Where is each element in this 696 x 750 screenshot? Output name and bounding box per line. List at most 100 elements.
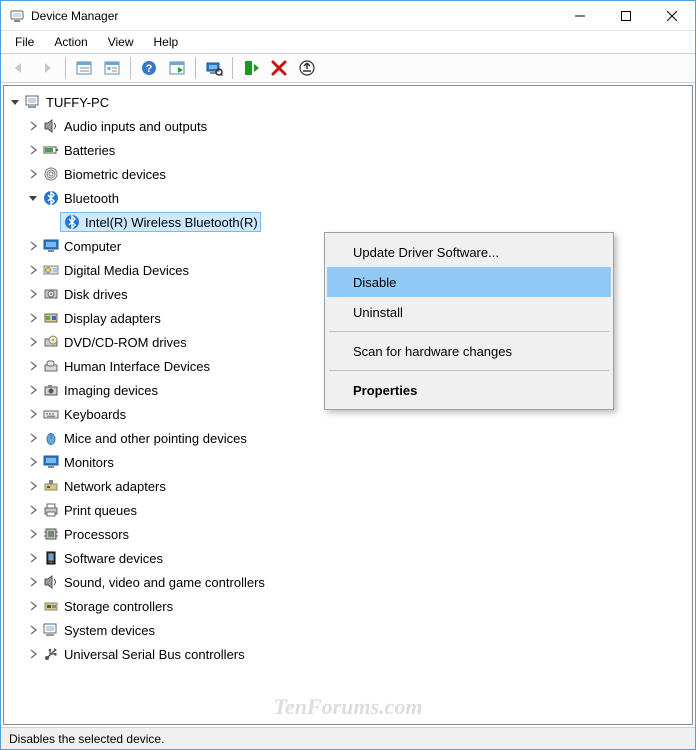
keyboard-icon bbox=[42, 405, 60, 423]
chevron-right-icon[interactable] bbox=[26, 311, 40, 325]
tree-item-mice[interactable]: Mice and other pointing devices bbox=[4, 426, 692, 450]
enable-device-button[interactable] bbox=[239, 56, 263, 80]
printer-icon bbox=[42, 501, 60, 519]
menu-help[interactable]: Help bbox=[146, 33, 187, 51]
battery-icon bbox=[42, 141, 60, 159]
chevron-right-icon[interactable] bbox=[26, 359, 40, 373]
tree-item-bluetooth[interactable]: Bluetooth bbox=[4, 186, 692, 210]
cd-icon bbox=[42, 333, 60, 351]
chevron-right-icon[interactable] bbox=[26, 455, 40, 469]
chevron-down-icon[interactable] bbox=[8, 95, 22, 109]
toolbar-separator bbox=[195, 57, 196, 79]
media-icon bbox=[42, 261, 60, 279]
context-menu: Update Driver Software... Disable Uninst… bbox=[324, 232, 614, 410]
chevron-right-icon[interactable] bbox=[26, 551, 40, 565]
tree-item-storage[interactable]: Storage controllers bbox=[4, 594, 692, 618]
tree-root-label: TUFFY-PC bbox=[46, 95, 109, 110]
tree-item-monitors[interactable]: Monitors bbox=[4, 450, 692, 474]
app-icon bbox=[9, 8, 25, 24]
chevron-right-icon[interactable] bbox=[26, 383, 40, 397]
ctx-separator bbox=[329, 331, 609, 332]
bluetooth-icon bbox=[42, 189, 60, 207]
chevron-right-icon[interactable] bbox=[26, 167, 40, 181]
titlebar: Device Manager bbox=[1, 1, 695, 31]
ctx-disable[interactable]: Disable bbox=[327, 267, 611, 297]
bluetooth-icon bbox=[63, 213, 81, 231]
mouse-icon bbox=[42, 429, 60, 447]
tree-item-usb[interactable]: Universal Serial Bus controllers bbox=[4, 642, 692, 666]
tree-item-sound[interactable]: Sound, video and game controllers bbox=[4, 570, 692, 594]
menu-view[interactable]: View bbox=[100, 33, 142, 51]
software-icon bbox=[42, 549, 60, 567]
speaker-icon bbox=[42, 573, 60, 591]
chevron-down-icon[interactable] bbox=[26, 191, 40, 205]
ctx-properties[interactable]: Properties bbox=[327, 375, 611, 405]
chevron-right-icon[interactable] bbox=[26, 407, 40, 421]
menubar: File Action View Help bbox=[1, 31, 695, 53]
toolbar-separator bbox=[130, 57, 131, 79]
properties-button[interactable] bbox=[100, 56, 124, 80]
chevron-right-icon[interactable] bbox=[26, 503, 40, 517]
tree-item-processors[interactable]: Processors bbox=[4, 522, 692, 546]
toolbar-separator bbox=[232, 57, 233, 79]
chevron-right-icon[interactable] bbox=[26, 623, 40, 637]
ctx-uninstall[interactable]: Uninstall bbox=[327, 297, 611, 327]
minimize-button[interactable] bbox=[557, 1, 603, 30]
toolbar-separator bbox=[65, 57, 66, 79]
show-hidden-button[interactable] bbox=[72, 56, 96, 80]
monitor-icon bbox=[42, 237, 60, 255]
statusbar: Disables the selected device. bbox=[1, 727, 695, 749]
ctx-scan[interactable]: Scan for hardware changes bbox=[327, 336, 611, 366]
chevron-right-icon[interactable] bbox=[26, 479, 40, 493]
chevron-right-icon[interactable] bbox=[26, 287, 40, 301]
menu-file[interactable]: File bbox=[7, 33, 42, 51]
speaker-icon bbox=[42, 117, 60, 135]
chevron-right-icon[interactable] bbox=[26, 143, 40, 157]
chevron-right-icon[interactable] bbox=[26, 575, 40, 589]
tree-item-software[interactable]: Software devices bbox=[4, 546, 692, 570]
toolbar: ? bbox=[1, 53, 695, 83]
tree-item-system[interactable]: System devices bbox=[4, 618, 692, 642]
action-sheet-button[interactable] bbox=[165, 56, 189, 80]
tree-item-network[interactable]: Network adapters bbox=[4, 474, 692, 498]
back-button bbox=[7, 56, 31, 80]
scan-hardware-button[interactable] bbox=[202, 56, 226, 80]
tree-item-print-queues[interactable]: Print queues bbox=[4, 498, 692, 522]
menu-action[interactable]: Action bbox=[46, 33, 95, 51]
hid-icon bbox=[42, 357, 60, 375]
cpu-icon bbox=[42, 525, 60, 543]
chevron-right-icon[interactable] bbox=[26, 239, 40, 253]
window-controls bbox=[557, 1, 695, 30]
tree-item-bt-device[interactable]: Intel(R) Wireless Bluetooth(R) bbox=[4, 210, 692, 234]
computer-icon bbox=[24, 93, 42, 111]
usb-icon bbox=[42, 645, 60, 663]
fingerprint-icon bbox=[42, 165, 60, 183]
chevron-right-icon[interactable] bbox=[26, 599, 40, 613]
tree-item-biometric[interactable]: Biometric devices bbox=[4, 162, 692, 186]
camera-icon bbox=[42, 381, 60, 399]
tree-item-batteries[interactable]: Batteries bbox=[4, 138, 692, 162]
ctx-update-driver[interactable]: Update Driver Software... bbox=[327, 237, 611, 267]
chevron-right-icon[interactable] bbox=[26, 431, 40, 445]
chevron-right-icon[interactable] bbox=[26, 119, 40, 133]
chevron-right-icon[interactable] bbox=[26, 263, 40, 277]
ctx-separator bbox=[329, 370, 609, 371]
tree-item-audio[interactable]: Audio inputs and outputs bbox=[4, 114, 692, 138]
disk-icon bbox=[42, 285, 60, 303]
chevron-right-icon[interactable] bbox=[26, 647, 40, 661]
monitor-icon bbox=[42, 453, 60, 471]
maximize-button[interactable] bbox=[603, 1, 649, 30]
tree-root[interactable]: TUFFY-PC bbox=[4, 90, 692, 114]
chevron-right-icon[interactable] bbox=[26, 527, 40, 541]
chevron-right-icon[interactable] bbox=[26, 335, 40, 349]
storage-icon bbox=[42, 597, 60, 615]
window-title: Device Manager bbox=[31, 9, 557, 23]
status-text: Disables the selected device. bbox=[9, 732, 164, 746]
help-button[interactable]: ? bbox=[137, 56, 161, 80]
system-icon bbox=[42, 621, 60, 639]
forward-button bbox=[35, 56, 59, 80]
close-button[interactable] bbox=[649, 1, 695, 30]
update-driver-button[interactable] bbox=[295, 56, 319, 80]
network-icon bbox=[42, 477, 60, 495]
disable-device-button[interactable] bbox=[267, 56, 291, 80]
